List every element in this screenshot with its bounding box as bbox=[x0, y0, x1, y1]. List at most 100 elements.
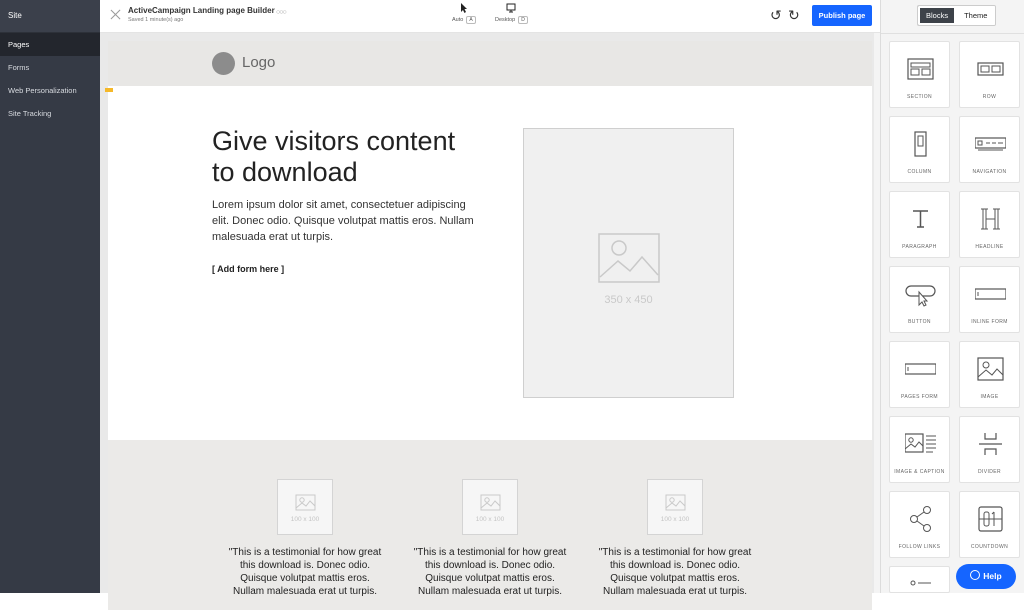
more-options-icon[interactable]: ○○○ bbox=[276, 9, 287, 16]
hero-image-placeholder[interactable]: 350 x 450 bbox=[523, 128, 734, 398]
section-handle[interactable] bbox=[105, 88, 113, 92]
section-icon bbox=[907, 58, 934, 80]
mode-desktop-key: D bbox=[518, 16, 528, 24]
block-label: HEADLINE bbox=[975, 244, 1004, 250]
app-title: ActiveCampaign Landing page Builder bbox=[128, 6, 275, 15]
divider-icon bbox=[979, 433, 1002, 455]
header-section[interactable]: Logo bbox=[108, 41, 872, 86]
testimonial-image[interactable]: 100 x 100 bbox=[277, 479, 333, 535]
block-section[interactable]: SECTION bbox=[889, 41, 950, 108]
help-label: Help bbox=[983, 571, 1002, 581]
redo-icon[interactable]: ↻ bbox=[788, 7, 800, 24]
sidebar-item-site-tracking[interactable]: Site Tracking bbox=[0, 102, 100, 125]
mode-desktop[interactable]: Desktop D bbox=[495, 3, 528, 24]
close-icon[interactable] bbox=[110, 9, 121, 20]
block-headline[interactable]: HEADLINE bbox=[959, 191, 1020, 258]
mode-auto-label: Auto bbox=[452, 17, 464, 23]
block-label: IMAGE & CAPTION bbox=[894, 469, 945, 475]
hero-body-text[interactable]: Lorem ipsum dolor sit amet, consectetuer… bbox=[212, 197, 477, 245]
countdown-icon bbox=[978, 506, 1003, 532]
block-pages-form[interactable]: PAGES FORM bbox=[889, 341, 950, 408]
block-label: NAVIGATION bbox=[972, 169, 1007, 175]
testimonials-section[interactable]: 100 x 100 "This is a testimonial for how… bbox=[108, 440, 872, 610]
block-label: PARAGRAPH bbox=[902, 244, 937, 250]
block-label: PAGES FORM bbox=[901, 394, 938, 400]
block-follow-links[interactable]: FOLLOW LINKS bbox=[889, 491, 950, 558]
logo-text: Logo bbox=[242, 54, 276, 71]
logo-placeholder-icon bbox=[212, 52, 235, 75]
tab-theme[interactable]: Theme bbox=[956, 6, 996, 25]
sidebar-item-forms[interactable]: Forms bbox=[0, 56, 100, 79]
image-placeholder-icon bbox=[295, 494, 316, 511]
image-placeholder-icon bbox=[665, 494, 686, 511]
block-row[interactable]: ROW bbox=[959, 41, 1020, 108]
block-navigation[interactable]: NAVIGATION bbox=[959, 116, 1020, 183]
sidebar-item-pages[interactable]: Pages bbox=[0, 33, 100, 56]
block-divider[interactable]: DIVIDER bbox=[959, 416, 1020, 483]
inline-form-icon bbox=[975, 288, 1006, 300]
testimonial-text[interactable]: "This is a testimonial for how great thi… bbox=[225, 546, 385, 598]
block-label: IMAGE bbox=[980, 394, 999, 400]
form-placeholder[interactable]: [ Add form here ] bbox=[212, 264, 284, 274]
block-label: FOLLOW LINKS bbox=[898, 544, 941, 550]
publish-button[interactable]: Publish page bbox=[812, 5, 872, 26]
block-paragraph[interactable]: PARAGRAPH bbox=[889, 191, 950, 258]
divider bbox=[881, 33, 1024, 34]
block-countdown[interactable]: COUNTDOWN bbox=[959, 491, 1020, 558]
mode-auto[interactable]: Auto A bbox=[452, 3, 476, 24]
image-size-label: 100 x 100 bbox=[290, 516, 320, 523]
block-image-caption[interactable]: IMAGE & CAPTION bbox=[889, 416, 950, 483]
panel-tabs: Blocks Theme bbox=[917, 5, 997, 26]
mode-desktop-label: Desktop bbox=[495, 17, 516, 23]
help-button[interactable]: Help bbox=[956, 564, 1016, 589]
block-label: BUTTON bbox=[908, 319, 931, 325]
top-toolbar: ActiveCampaign Landing page Builder ○○○ … bbox=[100, 0, 880, 33]
block-button[interactable]: BUTTON bbox=[889, 266, 950, 333]
block-label: ROW bbox=[982, 94, 997, 100]
block-label: INLINE FORM bbox=[971, 319, 1008, 325]
block-more[interactable] bbox=[889, 566, 950, 593]
block-label: COUNTDOWN bbox=[970, 544, 1009, 550]
image-placeholder-icon bbox=[480, 494, 501, 511]
site-sidebar: Site Pages Forms Web Personalization Sit… bbox=[0, 0, 100, 593]
tab-blocks[interactable]: Blocks bbox=[918, 6, 957, 25]
navigation-icon bbox=[975, 137, 1006, 151]
testimonial-image[interactable]: 100 x 100 bbox=[462, 479, 518, 535]
blocks-panel: Blocks Theme SECTION ROW COLUMN NAVIGATI… bbox=[880, 0, 1024, 593]
hero-section[interactable]: Give visitors content to download Lorem … bbox=[105, 86, 872, 440]
column-icon bbox=[914, 131, 927, 157]
undo-icon[interactable]: ↺ bbox=[770, 7, 782, 24]
image-caption-icon bbox=[905, 433, 936, 453]
block-label: COLUMN bbox=[907, 169, 932, 175]
testimonial-text[interactable]: "This is a testimonial for how great thi… bbox=[410, 546, 570, 598]
block-label: SECTION bbox=[906, 94, 933, 100]
share-icon bbox=[910, 506, 931, 532]
hero-headline[interactable]: Give visitors content to download bbox=[212, 126, 472, 188]
sidebar-item-web-personalization[interactable]: Web Personalization bbox=[0, 79, 100, 102]
image-size-label: 100 x 100 bbox=[660, 516, 690, 523]
saved-status: Saved 1 minute(s) ago bbox=[128, 17, 184, 23]
block-label: DIVIDER bbox=[977, 469, 1002, 475]
block-column[interactable]: COLUMN bbox=[889, 116, 950, 183]
page-canvas: Logo Give visitors content to download L… bbox=[100, 33, 880, 610]
image-placeholder-icon bbox=[598, 233, 660, 283]
cursor-icon bbox=[460, 3, 467, 13]
sidebar-title: Site bbox=[0, 0, 100, 33]
block-inline-form[interactable]: INLINE FORM bbox=[959, 266, 1020, 333]
image-size-label: 350 x 450 bbox=[604, 294, 653, 306]
button-icon bbox=[905, 285, 936, 307]
row-icon bbox=[977, 62, 1004, 76]
image-icon bbox=[977, 357, 1004, 381]
testimonial-image[interactable]: 100 x 100 bbox=[647, 479, 703, 535]
block-image[interactable]: IMAGE bbox=[959, 341, 1020, 408]
landing-page: Logo Give visitors content to download L… bbox=[105, 41, 872, 610]
mode-auto-key: A bbox=[466, 16, 476, 24]
paragraph-icon bbox=[913, 210, 928, 228]
pages-form-icon bbox=[905, 363, 936, 375]
chat-icon bbox=[970, 570, 981, 580]
headline-icon bbox=[981, 208, 1000, 230]
desktop-icon bbox=[506, 3, 516, 13]
image-size-label: 100 x 100 bbox=[475, 516, 505, 523]
testimonial-text[interactable]: "This is a testimonial for how great thi… bbox=[595, 546, 755, 598]
list-icon bbox=[910, 580, 931, 586]
